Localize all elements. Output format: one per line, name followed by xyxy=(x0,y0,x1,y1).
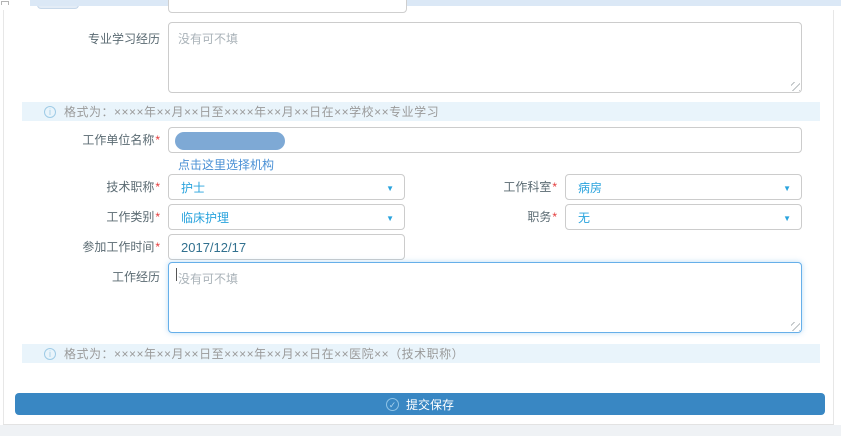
cutoff-corner-mark xyxy=(1,1,9,5)
work-dept-label: 工作科室* xyxy=(420,174,557,200)
work-experience-textarea[interactable] xyxy=(168,262,802,333)
study-experience-label-text: 专业学习经历 xyxy=(88,32,160,46)
check-circle-icon: ✓ xyxy=(386,398,399,411)
required-asterisk: * xyxy=(155,180,160,194)
page-footer-background xyxy=(0,425,841,436)
resize-grip-icon[interactable] xyxy=(791,322,800,331)
info-circle-icon: i xyxy=(44,348,56,360)
tech-title-value: 护士 xyxy=(181,179,205,196)
chevron-down-icon: ▼ xyxy=(386,184,394,193)
chevron-down-icon: ▼ xyxy=(783,214,791,223)
duty-value: 无 xyxy=(578,209,590,226)
required-asterisk: * xyxy=(155,210,160,224)
required-asterisk: * xyxy=(552,210,557,224)
cutoff-input-above[interactable] xyxy=(168,0,407,13)
redacted-value-blob xyxy=(175,132,285,150)
duty-label: 职务* xyxy=(420,204,557,230)
tech-title-label: 技术职称* xyxy=(0,174,160,200)
study-experience-label: 专业学习经历 xyxy=(0,30,160,47)
work-unit-label: 工作单位名称* xyxy=(0,127,160,153)
chevron-down-icon: ▼ xyxy=(386,214,394,223)
work-info-form-page: 专业学习经历 i 格式为：××××年××月××日至××××年××月××日在××学… xyxy=(0,0,841,436)
tech-title-select[interactable]: 护士 ▼ xyxy=(168,174,405,200)
work-start-date-input[interactable] xyxy=(168,234,405,260)
work-dept-label-text: 工作科室 xyxy=(503,180,551,194)
duty-select[interactable]: 无 ▼ xyxy=(565,204,802,230)
submit-save-button[interactable]: ✓ 提交保存 xyxy=(15,393,825,415)
work-experience-label-text: 工作经历 xyxy=(112,270,160,284)
work-start-date-label: 参加工作时间* xyxy=(0,234,160,260)
study-format-hint-bar: i 格式为：××××年××月××日至××××年××月××日在××学校××专业学习 xyxy=(22,102,820,121)
study-format-hint-text: 格式为：××××年××月××日至××××年××月××日在××学校××专业学习 xyxy=(64,103,439,120)
chevron-down-icon: ▼ xyxy=(783,184,791,193)
work-unit-label-text: 工作单位名称 xyxy=(82,133,154,147)
pick-organization-link[interactable]: 点击这里选择机构 xyxy=(178,156,274,173)
work-unit-input[interactable] xyxy=(168,127,802,153)
work-category-select[interactable]: 临床护理 ▼ xyxy=(168,204,405,230)
tech-title-label-text: 技术职称 xyxy=(106,180,154,194)
required-asterisk: * xyxy=(552,180,557,194)
work-format-hint-text: 格式为：××××年××月××日至××××年××月××日在××医院××（技术职称） xyxy=(64,345,464,362)
work-dept-value: 病房 xyxy=(578,179,602,196)
work-format-hint-bar: i 格式为：××××年××月××日至××××年××月××日在××医院××（技术职… xyxy=(22,344,820,363)
work-dept-select[interactable]: 病房 ▼ xyxy=(565,174,802,200)
text-cursor xyxy=(176,268,177,281)
duty-label-text: 职务 xyxy=(527,210,551,224)
submit-save-label: 提交保存 xyxy=(406,396,454,413)
work-category-label: 工作类别* xyxy=(0,204,160,230)
required-asterisk: * xyxy=(155,240,160,254)
work-category-value: 临床护理 xyxy=(181,209,229,226)
study-experience-textarea[interactable] xyxy=(168,22,802,93)
resize-grip-icon[interactable] xyxy=(791,82,800,91)
required-asterisk: * xyxy=(155,133,160,147)
info-circle-icon: i xyxy=(44,106,56,118)
work-start-date-label-text: 参加工作时间 xyxy=(82,240,154,254)
work-experience-label: 工作经历 xyxy=(0,268,160,285)
panel-border-right xyxy=(833,10,834,425)
work-category-label-text: 工作类别 xyxy=(106,210,154,224)
cutoff-header-bar xyxy=(30,0,841,6)
